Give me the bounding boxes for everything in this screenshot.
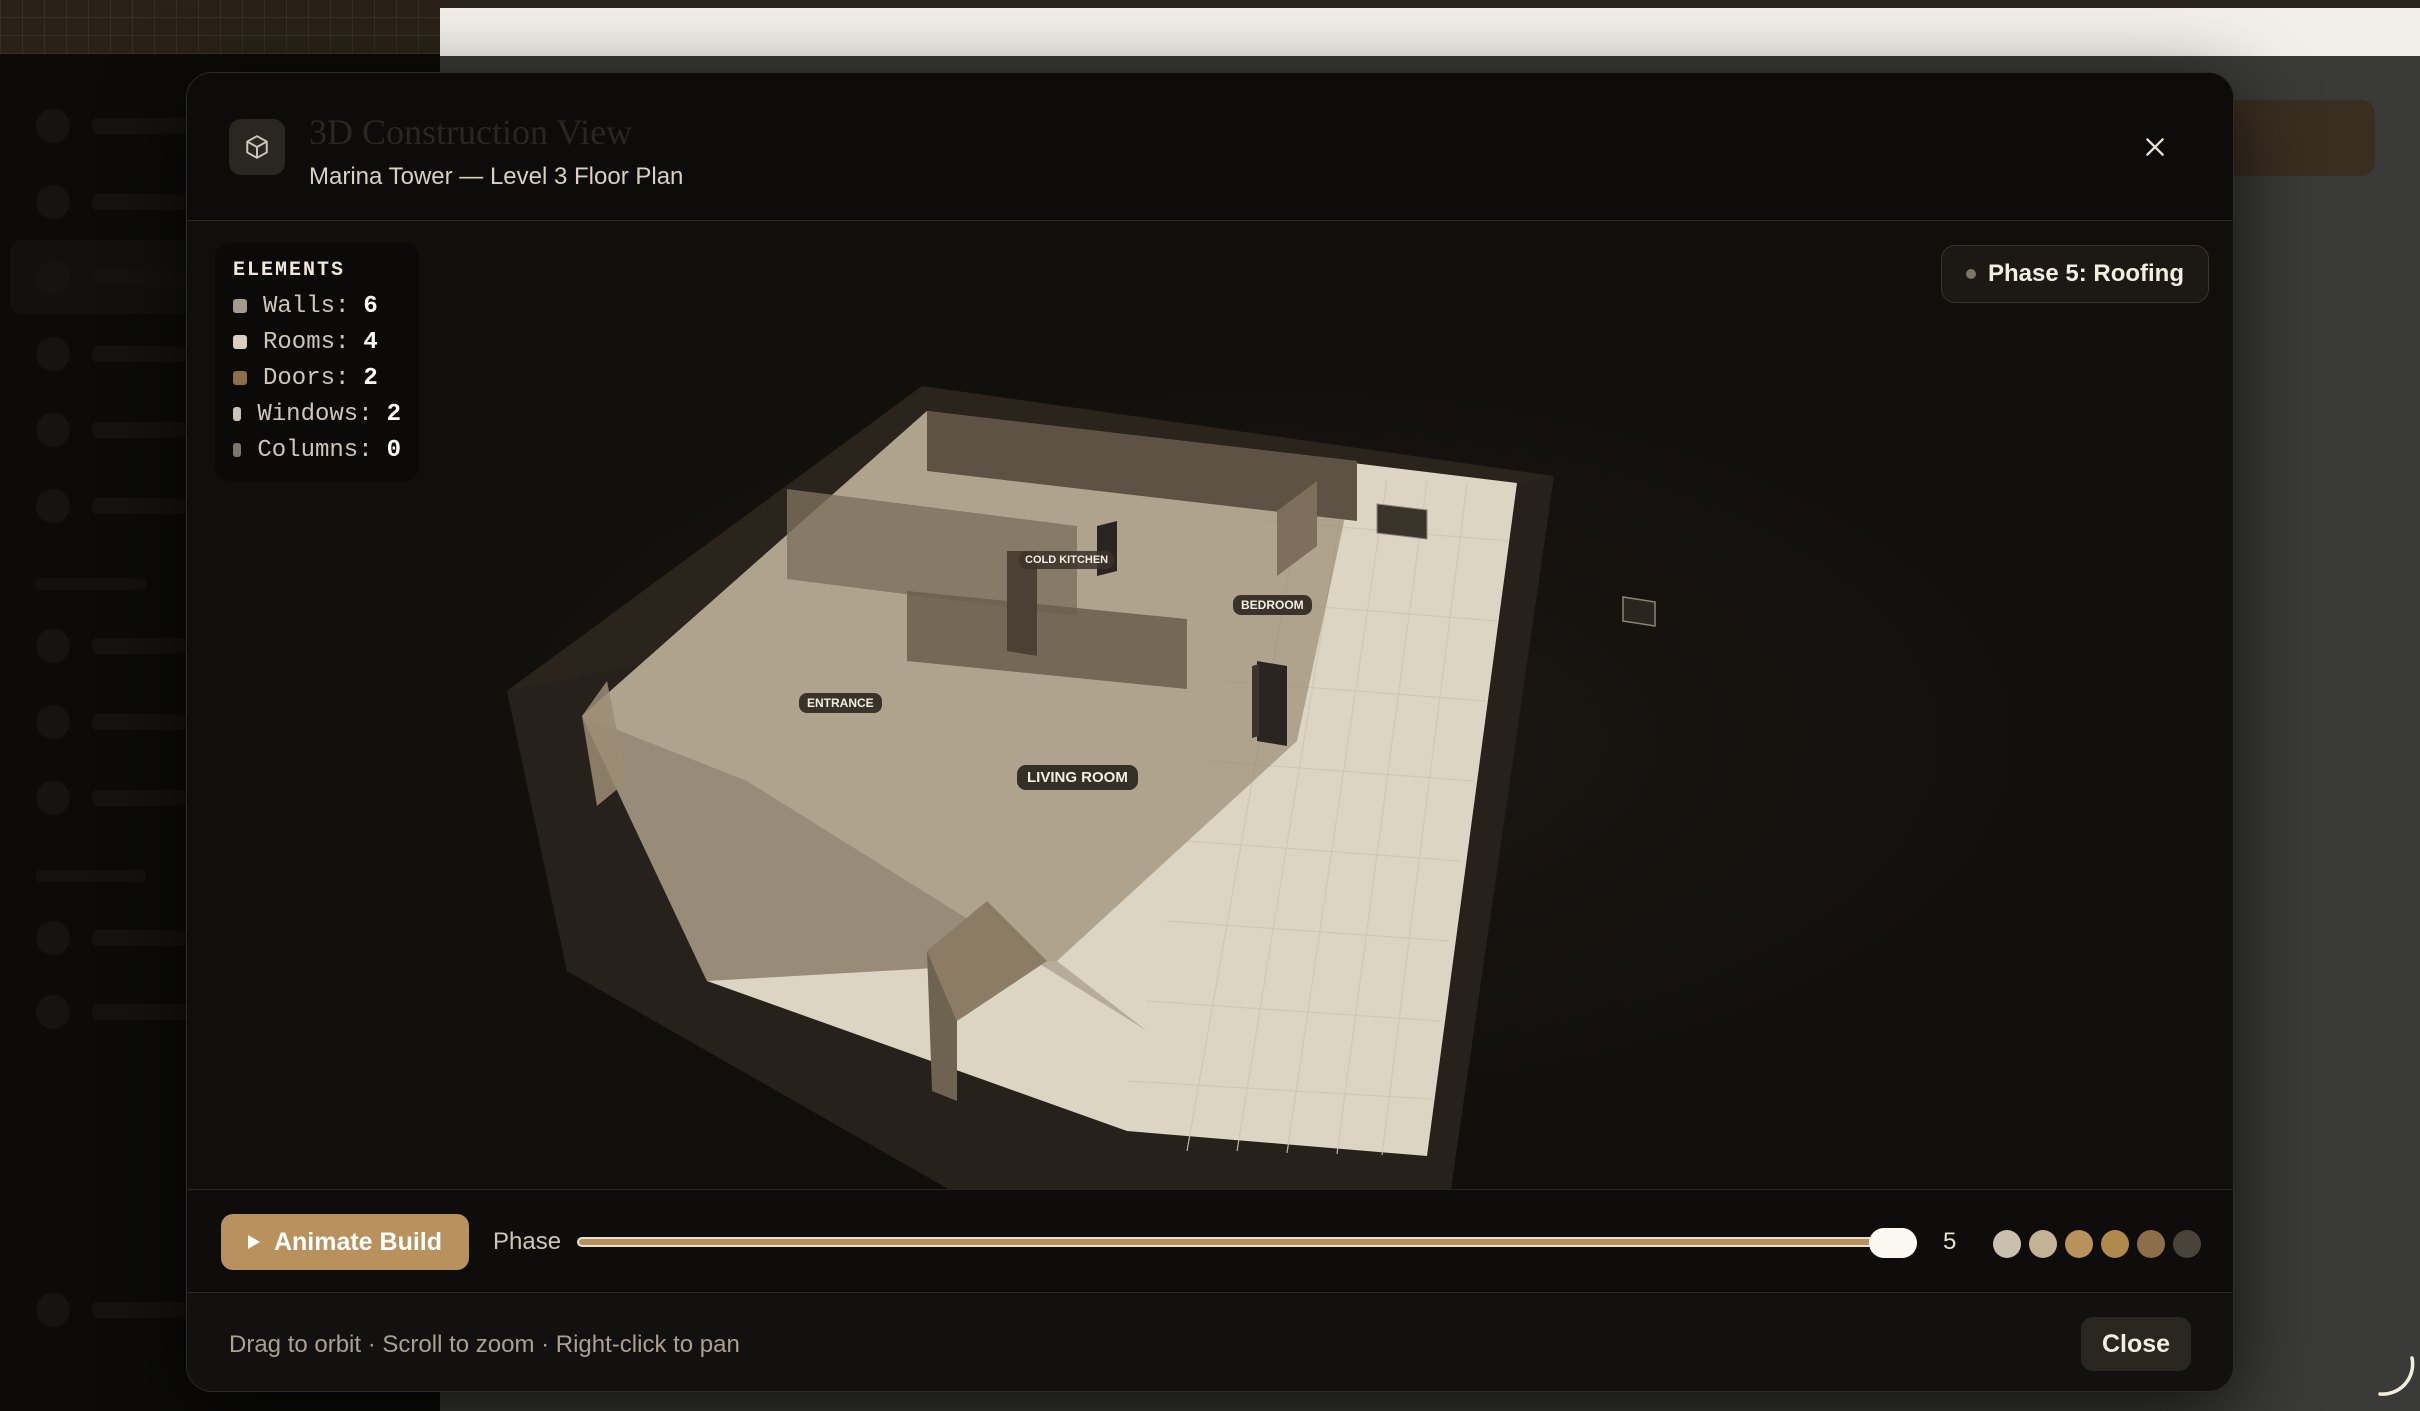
modal-subtitle: Marina Tower — Level 3 Floor Plan: [309, 163, 684, 190]
status-dot-icon: [1965, 269, 1976, 279]
legend-swatch: [233, 335, 247, 349]
legend-count: 2: [386, 400, 401, 428]
phase-dot-6[interactable]: [2173, 1230, 2201, 1258]
background-nav-item: [36, 332, 196, 376]
background-nav-item: [36, 624, 196, 668]
modal-header: 3D Construction View Marina Tower — Leve…: [187, 73, 2233, 221]
animate-build-button[interactable]: Animate Build: [221, 1214, 469, 1270]
background-user-avatar: [36, 1288, 196, 1332]
room-label-cold-kitchen: COLD KITCHEN: [1019, 551, 1115, 569]
phase-dots: [1993, 1230, 2201, 1258]
phase-slider-thumb[interactable]: [1869, 1228, 1917, 1258]
legend-count: 4: [363, 328, 378, 356]
background-nav-item: [36, 776, 196, 820]
build-controls: Animate Build Phase 5: [187, 1189, 2233, 1293]
elements-legend-row: Rooms: 4: [233, 324, 401, 360]
background-nav-item: [36, 700, 196, 744]
room-label-living-room: LIVING ROOM: [1017, 765, 1138, 790]
legend-label: Walls:: [263, 292, 350, 320]
window-object: [1622, 596, 1656, 627]
phase-dot-2[interactable]: [2029, 1230, 2057, 1258]
phase-dot-5[interactable]: [2137, 1230, 2165, 1258]
elements-legend-row: Walls: 6: [233, 288, 401, 324]
floor-plan-scene[interactable]: [187, 221, 2233, 1189]
legend-label: Rooms:: [263, 328, 350, 356]
legend-count: 0: [386, 436, 401, 464]
background-topbar: [440, 8, 2420, 56]
background-logo-strip: [0, 0, 440, 54]
phase-dot-1[interactable]: [1993, 1230, 2021, 1258]
background-nav-item: [36, 180, 196, 224]
loading-spinner-icon: [2378, 1356, 2415, 1396]
elements-legend-row: Windows: 2: [233, 396, 401, 432]
legend-count: 6: [363, 292, 378, 320]
controls-hint: Drag to orbit · Scroll to zoom · Right-c…: [229, 1331, 740, 1358]
background-nav-item: [36, 256, 196, 300]
legend-count: 2: [363, 364, 378, 392]
room-label-bedroom: BEDROOM: [1233, 595, 1312, 615]
phase-slider-value: 5: [1943, 1228, 1957, 1255]
elements-legend: ELEMENTS Walls: 6 Rooms: 4 Doors: 2 Windows: 2 C…: [215, 243, 419, 481]
legend-swatch: [233, 371, 247, 385]
modal-title: 3D Construction View: [309, 112, 633, 152]
room-label-entrance: ENTRANCE: [799, 693, 882, 713]
close-button[interactable]: Close: [2081, 1317, 2191, 1371]
legend-label: Windows:: [257, 400, 373, 428]
legend-label: Doors:: [263, 364, 350, 392]
background-nav-item: [36, 484, 196, 528]
background-section-label: [36, 578, 146, 590]
background-section-label: [36, 870, 146, 882]
phase-status-text: Phase 5: Roofing: [1987, 260, 2185, 287]
legend-swatch: [233, 299, 247, 313]
animate-build-label: Animate Build: [273, 1227, 443, 1256]
3d-viewport[interactable]: COLD KITCHEN BEDROOM ENTRANCE LIVING ROO…: [187, 221, 2233, 1189]
elements-legend-row: Columns: 0: [233, 432, 401, 468]
phase-slider-label: Phase: [493, 1228, 562, 1255]
background-topbar-edge: [440, 0, 2420, 8]
phase-dot-3[interactable]: [2065, 1230, 2093, 1258]
background-nav-item: [36, 104, 196, 148]
elements-title: ELEMENTS: [233, 259, 346, 282]
background-nav-item: [36, 408, 196, 452]
background-nav-item: [36, 916, 196, 960]
cube-icon: [229, 119, 285, 175]
phase-status-badge: Phase 5: Roofing: [1941, 245, 2209, 303]
elements-legend-row: Doors: 2: [233, 360, 401, 396]
construction-view-modal: 3D Construction View Marina Tower — Leve…: [186, 72, 2234, 1392]
background-nav-item: [36, 990, 196, 1034]
window-object: [1376, 503, 1428, 540]
door-object: [1257, 661, 1287, 746]
legend-label: Columns:: [257, 436, 373, 464]
legend-swatch: [233, 407, 242, 421]
legend-swatch: [233, 443, 242, 457]
close-icon[interactable]: [2133, 125, 2177, 169]
play-icon: [247, 1235, 260, 1249]
phase-slider-track[interactable]: [577, 1237, 1917, 1247]
modal-footer: Drag to orbit · Scroll to zoom · Right-c…: [187, 1293, 2233, 1391]
phase-dot-4[interactable]: [2101, 1230, 2129, 1258]
background-action-button: [2225, 100, 2375, 176]
